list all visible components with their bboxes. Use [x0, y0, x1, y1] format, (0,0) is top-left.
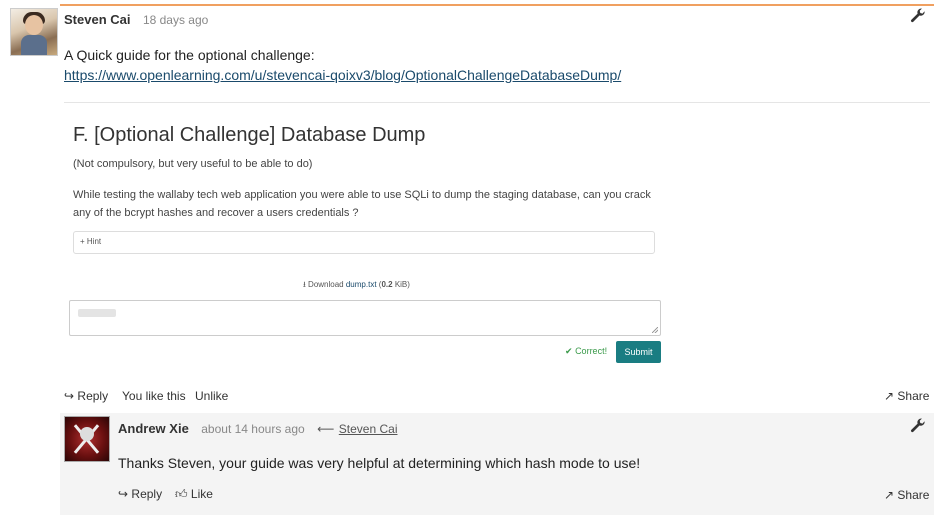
avatar-emblem [80, 427, 94, 441]
post-author[interactable]: Steven Cai [64, 12, 130, 27]
reply-reply-label: Reply [131, 487, 163, 501]
thumbs-up-icon: 👍︎ [175, 487, 188, 501]
divider [64, 102, 930, 103]
answer-value-blurred [78, 309, 116, 317]
post-text: A Quick guide for the optional challenge… [64, 47, 315, 63]
download-size: 0.2 [381, 280, 393, 289]
resize-handle-icon[interactable] [652, 327, 658, 333]
wrench-icon[interactable] [910, 8, 926, 29]
arrow-left-icon: ⟵ [317, 422, 335, 436]
post-time: 18 days ago [142, 13, 209, 27]
reply-label: Reply [77, 389, 109, 403]
unlike-button[interactable]: Unlike [195, 389, 228, 403]
avatar-body [21, 35, 47, 55]
share-label: Share [897, 389, 930, 403]
download-file-link[interactable]: dump.txt [346, 280, 377, 289]
correct-status: ✔ Correct! [565, 346, 607, 357]
avatar-face [25, 15, 43, 35]
answer-input[interactable] [69, 300, 661, 336]
check-icon: ✔ [565, 346, 573, 356]
post-accent-line [60, 4, 934, 6]
reply-reply-button[interactable]: ↪ Reply [118, 487, 162, 501]
guide-link[interactable]: https://www.openlearning.com/u/stevencai… [64, 65, 621, 85]
reply-share-label: Share [897, 488, 930, 502]
reply-icon: ↪ [64, 389, 75, 403]
reply-header: Andrew Xie about 14 hours ago ⟵ Steven C… [118, 420, 397, 438]
reply-text: Thanks Steven, your guide was very helpf… [118, 455, 641, 471]
correct-label: Correct! [575, 346, 608, 356]
challenge-description: While testing the wallaby tech web appli… [73, 189, 651, 219]
reply-share-button[interactable]: ↗ Share [884, 488, 929, 502]
reply-icon: ↪ [118, 487, 129, 501]
reply-time: about 14 hours ago [201, 422, 305, 436]
download-icon: ⭳ [303, 280, 306, 289]
download-row: ⭳ Download dump.txt (0.2 KiB) [303, 279, 410, 293]
reply-button[interactable]: ↪ Reply [64, 389, 108, 403]
like-label: Like [190, 487, 213, 501]
submit-button[interactable]: Submit [616, 341, 661, 363]
reply-author[interactable]: Andrew Xie [118, 421, 189, 436]
avatar[interactable] [64, 416, 110, 462]
plus-icon: + [80, 237, 85, 246]
challenge-title: F. [Optional Challenge] Database Dump [73, 124, 426, 146]
share-icon: ↗ [884, 488, 895, 502]
liked-status: You like this [122, 389, 186, 403]
download-size-unit: KiB) [394, 280, 410, 289]
download-prefix: Download [308, 280, 344, 289]
share-button[interactable]: ↗ Share [884, 389, 929, 403]
hint-label: Hint [86, 237, 102, 246]
wrench-icon[interactable] [910, 418, 926, 439]
avatar[interactable] [10, 8, 58, 56]
post-header: Steven Cai 18 days ago [64, 11, 208, 29]
reply-to-link[interactable]: Steven Cai [339, 422, 398, 436]
share-icon: ↗ [884, 389, 895, 403]
challenge-note: (Not compulsory, but very useful to be a… [73, 158, 313, 170]
like-button[interactable]: 👍︎ Like [175, 487, 213, 502]
hint-toggle[interactable]: + Hint [73, 231, 655, 254]
